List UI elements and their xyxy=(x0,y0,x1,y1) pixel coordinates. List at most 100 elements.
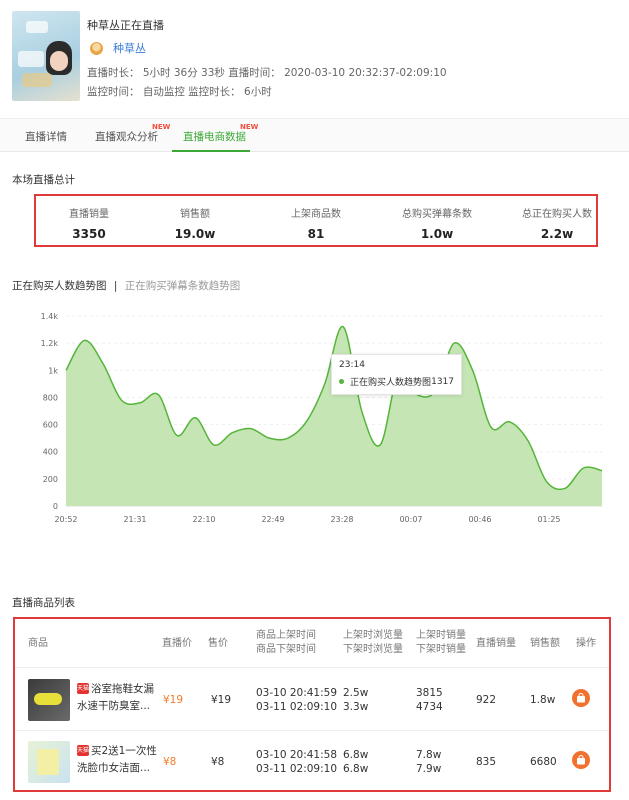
views-off: 3.3w xyxy=(343,701,368,713)
shopping-bag-icon[interactable] xyxy=(572,689,590,707)
sale-price: ¥8 xyxy=(211,755,224,769)
summary-title: 本场直播总计 xyxy=(12,172,75,187)
tab-label: 直播观众分析 xyxy=(95,131,158,143)
x-tick-label: 01:25 xyxy=(537,515,560,524)
product-name-link[interactable]: 浴室拖鞋女漏水速干防臭室... xyxy=(77,681,161,715)
revenue: 1.8w xyxy=(530,693,555,707)
x-tick-label: 22:49 xyxy=(261,515,284,524)
y-tick-label: 1k xyxy=(48,366,58,375)
views-on: 2.5w xyxy=(343,687,368,699)
off-shelf-time: 03-11 02:09:10 xyxy=(256,763,337,775)
y-tick-label: 1.2k xyxy=(41,339,59,348)
active-tab-indicator xyxy=(172,150,250,152)
chart-tab-barrage[interactable]: 正在购买弹幕条数趋势图 xyxy=(125,280,241,292)
chart-tab-separator: | xyxy=(114,280,118,292)
on-shelf-time: 03-10 20:41:58 xyxy=(256,749,337,761)
chart-switch: 正在购买人数趋势图 | 正在购买弹幕条数趋势图 xyxy=(12,278,240,293)
tooltip-value: 1317 xyxy=(431,377,454,387)
stat-value: 2.2w xyxy=(502,227,612,241)
new-badge: NEW xyxy=(240,123,258,131)
th-line: 商品上架时间 xyxy=(256,630,316,641)
tooltip-time: 23:14 xyxy=(339,360,454,370)
th-line: 上架时浏览量 xyxy=(343,630,403,641)
y-tick-label: 1.4k xyxy=(41,312,59,321)
product-image[interactable] xyxy=(28,679,70,721)
anchor-info[interactable]: 种草丛 xyxy=(90,40,146,56)
stat-value: 1.0w xyxy=(382,227,492,241)
tab-ecommerce-data[interactable]: 直播电商数据 NEW xyxy=(183,129,246,144)
product-image[interactable] xyxy=(28,741,70,783)
live-cover-image[interactable] xyxy=(12,11,80,101)
th-line: 商品下架时间 xyxy=(256,644,316,655)
th-product: 商品 xyxy=(28,637,48,651)
sales-off: 4734 xyxy=(416,701,443,713)
shelf-times: 03-10 20:41:59 03-11 02:09:10 xyxy=(256,686,337,714)
th-line: 下架时浏览量 xyxy=(343,644,403,655)
tooltip-label: 正在购买人数趋势图 xyxy=(350,375,431,388)
x-tick-label: 22:10 xyxy=(192,515,215,524)
sales-on: 3815 xyxy=(416,687,443,699)
x-tick-label: 00:46 xyxy=(468,515,491,524)
stat-label: 总购买弹幕条数 xyxy=(382,205,492,220)
stat-products: 上架商品数 81 xyxy=(261,205,371,241)
th-live-price: 直播价 xyxy=(162,637,192,651)
sale-price: ¥19 xyxy=(211,693,231,707)
live-price: ¥8 xyxy=(163,755,176,769)
live-sales: 835 xyxy=(476,755,496,769)
live-header: 种草丛正在直播 种草丛 直播时长： 5小时 36分 33秒 直播时间： 2020… xyxy=(0,0,629,118)
views-off: 6.8w xyxy=(343,763,368,775)
shopping-bag-icon[interactable] xyxy=(572,751,590,769)
shelf-times: 03-10 20:41:58 03-11 02:09:10 xyxy=(256,748,337,776)
stat-value: 81 xyxy=(261,227,371,241)
tab-live-details[interactable]: 直播详情 xyxy=(25,129,67,144)
table-header: 商品 直播价 售价 商品上架时间 商品下架时间 上架时浏览量 下架时浏览量 上架… xyxy=(15,619,609,668)
stat-value: 3350 xyxy=(34,227,144,241)
y-tick-label: 200 xyxy=(43,475,58,484)
off-shelf-time: 03-11 02:09:10 xyxy=(256,701,337,713)
table-row: 天猫 浴室拖鞋女漏水速干防臭室... ¥19 ¥19 03-10 20:41:5… xyxy=(15,669,609,731)
live-price: ¥19 xyxy=(163,693,183,707)
y-tick-label: 600 xyxy=(43,421,58,430)
y-tick-label: 0 xyxy=(53,502,58,511)
stat-buyers: 总正在购买人数 2.2w xyxy=(502,205,612,241)
stat-live-sales: 直播销量 3350 xyxy=(34,205,144,241)
sales-off: 7.9w xyxy=(416,763,441,775)
sales-on: 7.8w xyxy=(416,749,441,761)
th-views: 上架时浏览量 下架时浏览量 xyxy=(343,629,403,657)
sales: 3815 4734 xyxy=(416,686,443,714)
buyers-trend-chart[interactable]: 02004006008001k1.2k1.4k20:5221:3122:1022… xyxy=(0,300,629,530)
product-name-link[interactable]: 买2送1一次性洗脸巾女洁面... xyxy=(77,743,161,777)
live-title: 种草丛正在直播 xyxy=(87,17,164,33)
chart-tab-buyers[interactable]: 正在购买人数趋势图 xyxy=(12,280,107,292)
stat-label: 总正在购买人数 xyxy=(502,205,612,220)
product-list-title: 直播商品列表 xyxy=(12,595,75,610)
sales: 7.8w 7.9w xyxy=(416,748,441,776)
tab-bar: 直播详情 直播观众分析 NEW 直播电商数据 NEW xyxy=(0,118,629,152)
stat-label: 销售额 xyxy=(140,205,250,220)
th-revenue: 销售额 xyxy=(530,637,560,651)
summary-stats: 直播销量 3350 销售额 19.0w 上架商品数 81 总购买弹幕条数 1.0… xyxy=(34,194,598,247)
x-tick-label: 21:31 xyxy=(123,515,146,524)
th-live-sales: 直播销量 xyxy=(476,637,516,651)
monitor-info: 监控时间： 自动监控 监控时长： 6小时 xyxy=(87,84,272,99)
views: 6.8w 6.8w xyxy=(343,748,368,776)
product-table: 商品 直播价 售价 商品上架时间 商品下架时间 上架时浏览量 下架时浏览量 上架… xyxy=(13,617,611,792)
stat-revenue: 销售额 19.0w xyxy=(140,205,250,241)
live-duration: 直播时长： 5小时 36分 33秒 直播时间： 2020-03-10 20:32… xyxy=(87,65,447,80)
anchor-name-link[interactable]: 种草丛 xyxy=(113,40,146,56)
th-line: 上架时销量 xyxy=(416,630,466,641)
chart-tooltip: 23:14 正在购买人数趋势图 1317 xyxy=(331,354,462,395)
table-row: 天猫 买2送1一次性洗脸巾女洁面... ¥8 ¥8 03-10 20:41:58… xyxy=(15,731,609,793)
tab-label: 直播电商数据 xyxy=(183,131,246,143)
tab-audience-analysis[interactable]: 直播观众分析 NEW xyxy=(95,129,158,144)
th-action: 操作 xyxy=(576,637,596,651)
th-sales: 上架时销量 下架时销量 xyxy=(416,629,466,657)
th-shelf-time: 商品上架时间 商品下架时间 xyxy=(256,629,316,657)
y-tick-label: 400 xyxy=(43,448,58,457)
revenue: 6680 xyxy=(530,755,557,769)
y-tick-label: 800 xyxy=(43,393,58,402)
stat-label: 上架商品数 xyxy=(261,205,371,220)
th-price: 售价 xyxy=(208,637,228,651)
th-line: 下架时销量 xyxy=(416,644,466,655)
views: 2.5w 3.3w xyxy=(343,686,368,714)
